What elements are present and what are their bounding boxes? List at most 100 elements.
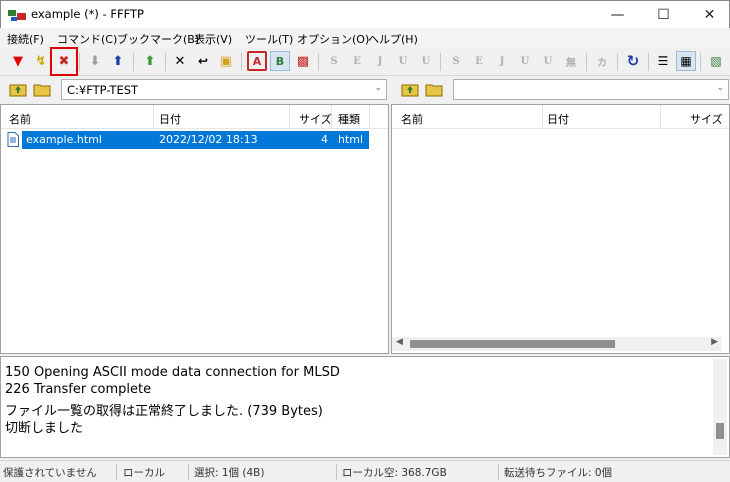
scroll-left-icon[interactable]: ◀ bbox=[396, 337, 403, 347]
menu-bookmark[interactable]: ブックマーク(B) bbox=[117, 31, 199, 47]
kanji-euc-icon[interactable]: E bbox=[347, 51, 367, 71]
status-divider bbox=[336, 464, 337, 480]
quick-connect-icon[interactable]: ↯ bbox=[31, 51, 51, 71]
column-divider[interactable] bbox=[660, 105, 661, 129]
remote-utf8n-icon[interactable]: U bbox=[515, 51, 535, 71]
rename-icon[interactable]: ↩ bbox=[193, 51, 213, 71]
log-panel[interactable]: 150 Opening ASCII mode data connection f… bbox=[0, 356, 730, 458]
local-path-bar: C:¥FTP-TEST ⌄ bbox=[0, 78, 388, 102]
scroll-right-icon[interactable]: ▶ bbox=[711, 337, 718, 347]
remote-path-bar: ⌄ bbox=[392, 78, 730, 102]
binary-mode-icon[interactable]: B bbox=[270, 51, 290, 71]
column-name[interactable]: 名前 bbox=[9, 111, 31, 127]
sync-browse-icon[interactable]: ▧ bbox=[706, 51, 726, 71]
column-type[interactable]: 種類 bbox=[338, 111, 360, 127]
column-divider[interactable] bbox=[542, 105, 543, 129]
local-open-folder-icon[interactable] bbox=[33, 81, 51, 97]
remote-path-input[interactable]: ⌄ bbox=[453, 79, 729, 100]
status-bar: 保護されていません ローカル 選択: 1個 (4B) ローカル空: 368.7G… bbox=[0, 460, 730, 482]
menu-tools[interactable]: ツール(T) bbox=[245, 31, 293, 47]
list-view-icon[interactable]: ☰ bbox=[653, 51, 673, 71]
file-type: html bbox=[338, 133, 364, 146]
column-size[interactable]: サイズ bbox=[690, 111, 723, 127]
menu-connect[interactable]: 接続(F) bbox=[7, 31, 44, 47]
upload-icon[interactable]: ⬆ bbox=[108, 51, 128, 71]
auto-mode-icon[interactable]: ▩ bbox=[293, 51, 313, 71]
column-date[interactable]: 日付 bbox=[547, 111, 569, 127]
remote-open-folder-icon[interactable] bbox=[425, 81, 443, 97]
menu-command[interactable]: コマンド(C) bbox=[57, 31, 117, 47]
toolbar-separator bbox=[648, 53, 649, 71]
menu-bar: 接続(F) コマンド(C) ブックマーク(B) 表示(V) ツール(T) オプシ… bbox=[0, 28, 730, 48]
ascii-mode-icon[interactable]: A bbox=[247, 51, 267, 71]
remote-sjis-icon[interactable]: S bbox=[446, 51, 466, 71]
remote-euc-icon[interactable]: E bbox=[469, 51, 489, 71]
menu-help[interactable]: ヘルプ(H) bbox=[368, 31, 418, 47]
column-divider[interactable] bbox=[331, 105, 332, 129]
remote-jis-icon[interactable]: J bbox=[492, 51, 512, 71]
column-divider[interactable] bbox=[289, 105, 290, 129]
toolbar-separator bbox=[440, 53, 441, 71]
file-icon bbox=[7, 132, 19, 147]
kanji-jis-icon[interactable]: J bbox=[370, 51, 390, 71]
kanji-utf8bom-icon[interactable]: U bbox=[416, 51, 436, 71]
file-date: 2022/12/02 18:13 bbox=[159, 133, 258, 146]
new-folder-icon[interactable]: ▣ bbox=[216, 51, 236, 71]
close-button[interactable]: ✕ bbox=[687, 1, 730, 29]
mirror-upload-icon[interactable]: ⬆ bbox=[140, 51, 160, 71]
toolbar-separator bbox=[586, 53, 587, 71]
local-path-value: C:¥FTP-TEST bbox=[67, 83, 139, 97]
status-free-space: ローカル空: 368.7GB bbox=[342, 467, 447, 479]
table-row[interactable]: example.html 2022/12/02 18:13 4 html bbox=[5, 131, 369, 149]
scrollbar-thumb[interactable] bbox=[716, 423, 724, 439]
kanji-utf8n-icon[interactable]: U bbox=[393, 51, 413, 71]
no-conversion-icon[interactable]: 無 bbox=[561, 51, 581, 71]
local-parent-folder-icon[interactable] bbox=[9, 81, 27, 97]
status-selection: 選択: 1個 (4B) bbox=[194, 467, 265, 479]
remote-parent-folder-icon[interactable] bbox=[401, 81, 419, 97]
delete-icon[interactable]: ✕ bbox=[170, 51, 190, 71]
status-queue: 転送待ちファイル: 0個 bbox=[504, 467, 613, 479]
menu-options[interactable]: オプション(O) bbox=[297, 31, 369, 47]
minimize-button[interactable]: — bbox=[595, 1, 640, 29]
menu-view[interactable]: 表示(V) bbox=[194, 31, 232, 47]
connect-icon[interactable]: ▼ bbox=[8, 51, 28, 71]
detail-view-icon[interactable]: ▦ bbox=[676, 51, 696, 71]
local-path-input[interactable]: C:¥FTP-TEST ⌄ bbox=[61, 79, 387, 100]
column-date[interactable]: 日付 bbox=[159, 111, 181, 127]
toolbar: ▼ ↯ ✖ ⬇ ⬆ ⬆ ✕ ↩ ▣ A B ▩ S E J U U S E J … bbox=[0, 48, 730, 76]
remote-utf8bom-icon[interactable]: U bbox=[538, 51, 558, 71]
scrollbar-thumb[interactable] bbox=[410, 340, 615, 348]
ffftp-app-icon bbox=[8, 10, 26, 21]
maximize-button[interactable]: ☐ bbox=[641, 1, 686, 29]
column-divider[interactable] bbox=[153, 105, 154, 129]
highlight-frame bbox=[50, 47, 78, 76]
local-file-list[interactable]: 名前 日付 サイズ 種類 example.html 2022/12/02 18:… bbox=[0, 104, 389, 354]
chevron-down-icon[interactable]: ⌄ bbox=[374, 83, 382, 93]
title-bar: example (*) - FFFTP — ☐ ✕ bbox=[0, 0, 730, 28]
log-vertical-scrollbar[interactable] bbox=[713, 359, 727, 455]
toolbar-separator bbox=[617, 53, 618, 71]
status-mode: ローカル bbox=[123, 467, 165, 479]
log-line: 226 Transfer complete bbox=[5, 382, 152, 397]
file-name: example.html bbox=[26, 133, 102, 146]
column-size[interactable]: サイズ bbox=[299, 111, 332, 127]
local-list-header: 名前 日付 サイズ 種類 bbox=[1, 105, 388, 129]
toolbar-separator bbox=[165, 53, 166, 71]
remote-horizontal-scrollbar[interactable]: ◀ ▶ bbox=[392, 337, 722, 351]
status-divider bbox=[188, 464, 189, 480]
download-icon[interactable]: ⬇ bbox=[85, 51, 105, 71]
column-divider[interactable] bbox=[369, 105, 370, 129]
chevron-down-icon[interactable]: ⌄ bbox=[716, 83, 724, 93]
remote-list-header: 名前 日付 サイズ bbox=[392, 105, 729, 129]
kana-convert-icon[interactable]: カ bbox=[592, 51, 612, 71]
toolbar-separator bbox=[79, 53, 80, 71]
log-line: 切断しました bbox=[5, 421, 84, 436]
remote-file-list[interactable]: 名前 日付 サイズ bbox=[391, 104, 730, 354]
status-divider bbox=[498, 464, 499, 480]
toolbar-separator bbox=[318, 53, 319, 71]
status-security: 保護されていません bbox=[3, 467, 97, 479]
refresh-icon[interactable]: ↻ bbox=[623, 51, 643, 71]
column-name[interactable]: 名前 bbox=[401, 111, 423, 127]
kanji-sjis-icon[interactable]: S bbox=[324, 51, 344, 71]
